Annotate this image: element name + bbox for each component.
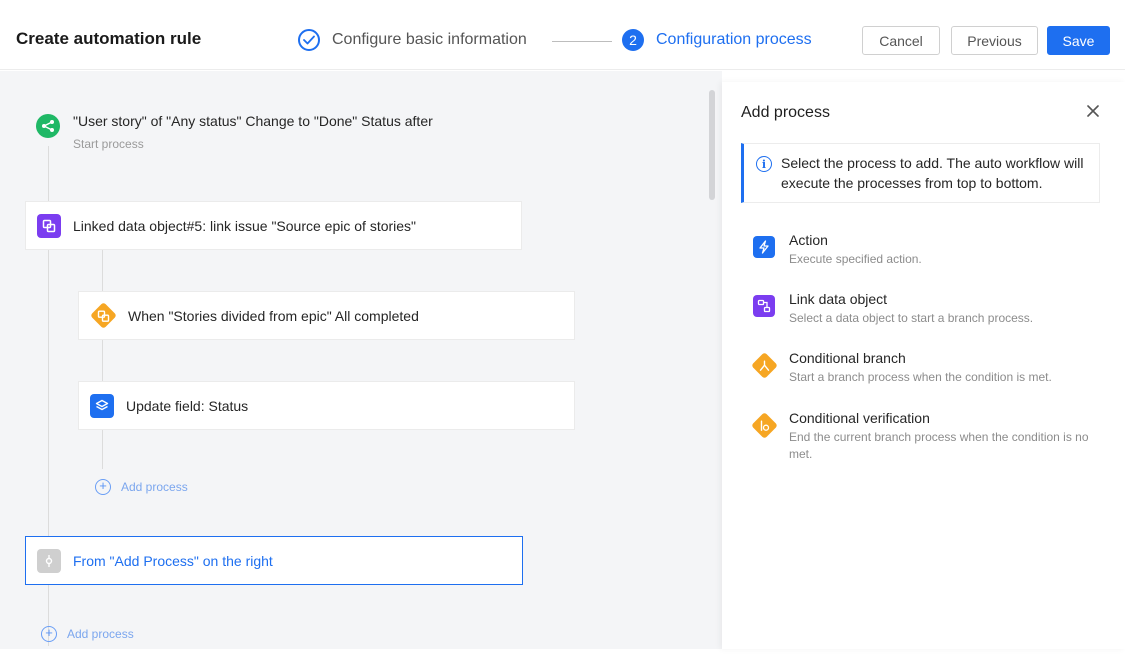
node-label: When "Stories divided from epic" All com… <box>128 307 419 324</box>
update-field-node[interactable]: Update field: Status <box>78 381 575 430</box>
link-object-icon <box>751 293 777 319</box>
cancel-button[interactable]: Cancel <box>862 26 940 55</box>
add-process-link-outer[interactable]: + Add process <box>41 626 134 642</box>
placeholder-icon <box>37 548 61 573</box>
link-object-icon <box>37 213 61 238</box>
condition-diamond-icon <box>89 302 117 329</box>
option-link-data-object[interactable]: Link data object Select a data object to… <box>751 291 1089 327</box>
plus-circle-icon: + <box>41 626 57 642</box>
lightning-icon <box>751 234 777 260</box>
header: Create automation rule Configure basic i… <box>0 0 1125 70</box>
share-icon <box>36 114 60 138</box>
condition-node[interactable]: When "Stories divided from epic" All com… <box>78 291 575 340</box>
step-configuration-process[interactable]: 2 Configuration process <box>622 29 812 51</box>
step-configure-basic[interactable]: Configure basic information <box>298 29 527 51</box>
step-number: 2 <box>622 29 644 51</box>
linked-data-node[interactable]: Linked data object#5: link issue "Source… <box>25 201 522 250</box>
info-text: Select the process to add. The auto work… <box>781 155 1084 191</box>
add-process-link-inner[interactable]: + Add process <box>95 479 188 495</box>
plus-circle-icon: + <box>95 479 111 495</box>
flow-canvas: "User story" of "Any status" Change to "… <box>0 71 722 649</box>
option-conditional-branch[interactable]: Conditional branch Start a branch proces… <box>750 350 1089 386</box>
step-divider <box>552 41 612 42</box>
previous-button[interactable]: Previous <box>951 26 1038 55</box>
layers-icon <box>90 393 114 418</box>
info-icon: i <box>756 156 772 172</box>
check-circle-icon <box>298 29 320 51</box>
save-button[interactable]: Save <box>1047 26 1110 55</box>
verification-diamond-icon <box>750 411 778 439</box>
info-banner: i Select the process to add. The auto wo… <box>741 143 1100 203</box>
placeholder-node[interactable]: From "Add Process" on the right <box>25 536 523 585</box>
node-label: Linked data object#5: link issue "Source… <box>73 217 417 234</box>
panel-title: Add process <box>741 104 830 121</box>
scrollbar[interactable] <box>709 90 715 200</box>
step-label: Configure basic information <box>332 31 527 48</box>
connector-line <box>102 249 103 469</box>
close-icon[interactable] <box>1084 102 1102 120</box>
node-label: Update field: Status <box>126 397 249 414</box>
page-title: Create automation rule <box>16 29 202 48</box>
branch-diamond-icon <box>750 351 778 379</box>
add-process-panel: Add process i Select the process to add.… <box>722 82 1125 649</box>
node-label: From "Add Process" on the right <box>73 552 273 569</box>
start-process-subtitle: Start process <box>73 137 144 151</box>
step-label: Configuration process <box>656 31 812 48</box>
start-process-title[interactable]: "User story" of "Any status" Change to "… <box>73 113 433 129</box>
option-action[interactable]: Action Execute specified action. <box>751 232 1089 268</box>
option-conditional-verification[interactable]: Conditional verification End the current… <box>750 410 1089 463</box>
